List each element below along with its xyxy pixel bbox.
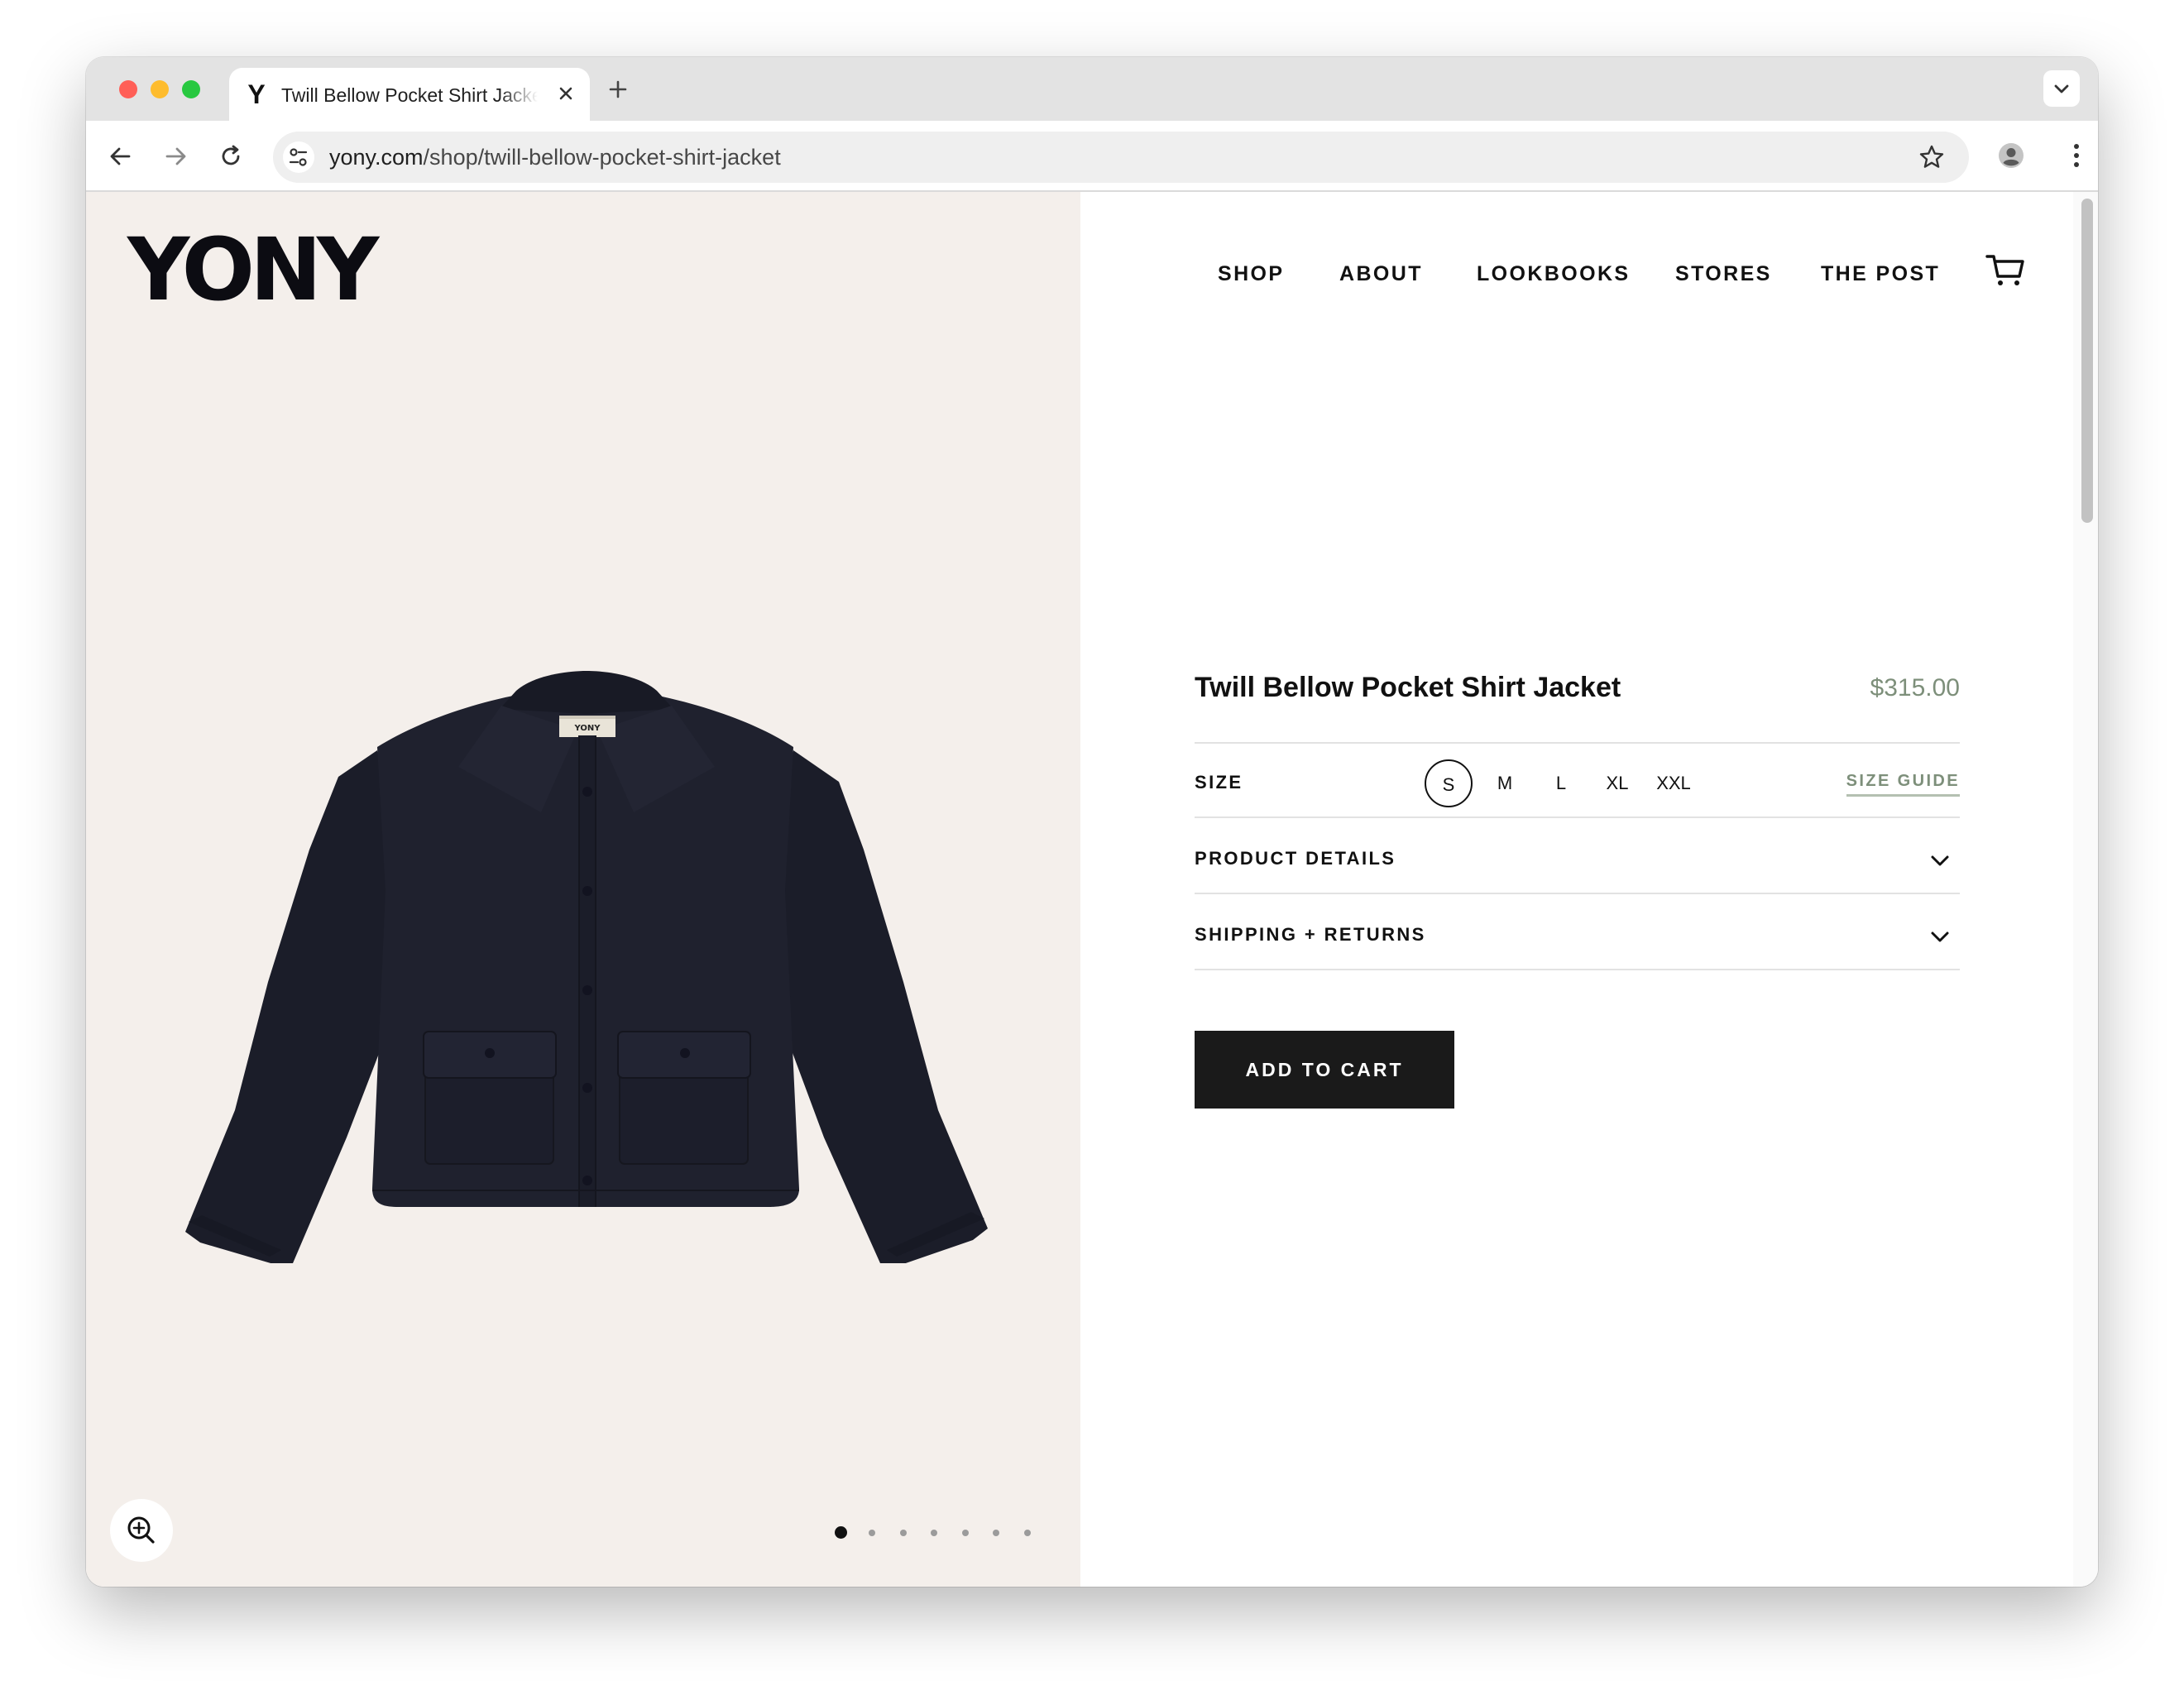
url-domain: yony.com — [329, 145, 424, 170]
close-window-button[interactable] — [119, 80, 137, 98]
gallery-dot[interactable] — [835, 1526, 847, 1539]
divider — [1195, 742, 1960, 744]
gallery-dot[interactable] — [931, 1530, 937, 1536]
reload-icon[interactable] — [213, 138, 249, 175]
size-option-xxl[interactable]: XXL — [1650, 759, 1698, 807]
divider — [1195, 893, 1960, 894]
gallery-dot[interactable] — [899, 1530, 907, 1536]
gallery-dot[interactable] — [961, 1530, 969, 1536]
minimize-window-button[interactable] — [151, 80, 169, 98]
chevron-down-icon — [2054, 84, 2069, 93]
site-favicon-icon: Y — [247, 79, 266, 109]
product-price: $315.00 — [1870, 674, 1960, 702]
size-option-xl[interactable]: XL — [1593, 759, 1641, 807]
tune-icon — [289, 148, 308, 166]
back-arrow-icon[interactable] — [103, 138, 139, 175]
bookmark-star-icon[interactable] — [1918, 143, 1946, 171]
browser-tab-active[interactable]: Y Twill Bellow Pocket Shirt Jacket — [229, 68, 590, 121]
scrollbar-thumb[interactable] — [2081, 199, 2093, 523]
url-path: /shop/twill-bellow-pocket-shirt-jacket — [423, 145, 781, 170]
nav-about[interactable]: ABOUT — [1339, 262, 1423, 286]
more-vert-icon[interactable] — [2058, 137, 2095, 174]
cart-icon[interactable] — [1985, 251, 2026, 288]
product-page: YONY YONY SHOP ABOUT LOOKBOOKS STORES TH… — [86, 192, 2098, 1587]
new-tab-icon[interactable] — [606, 77, 630, 102]
tab-search-button[interactable] — [2043, 70, 2080, 107]
size-option-s[interactable]: S — [1425, 759, 1473, 807]
profile-avatar-icon[interactable] — [1993, 137, 2029, 174]
divider — [1195, 969, 1960, 970]
site-settings-button[interactable] — [283, 141, 314, 173]
add-to-cart-button[interactable]: ADD TO CART — [1195, 1031, 1454, 1109]
url-text[interactable]: yony.com/shop/twill-bellow-pocket-shirt-… — [329, 145, 781, 170]
nav-shop[interactable]: SHOP — [1218, 262, 1284, 286]
product-gallery[interactable]: YONY YONY — [86, 192, 1080, 1587]
tab-bar: Y Twill Bellow Pocket Shirt Jacket — [86, 57, 2098, 121]
size-label: SIZE — [1195, 772, 1243, 793]
browser-window: Y Twill Bellow Pocket Shirt Jacket yony.… — [86, 57, 2098, 1587]
gallery-dot[interactable] — [1023, 1530, 1031, 1536]
gallery-dot[interactable] — [869, 1530, 875, 1536]
shipping-returns-label[interactable]: SHIPPING + RETURNS — [1195, 924, 1426, 946]
size-option-m[interactable]: M — [1481, 759, 1529, 807]
tab-title: Twill Bellow Pocket Shirt Jacket — [281, 84, 538, 106]
gallery-pagination — [835, 1525, 1050, 1542]
divider — [1195, 816, 1960, 818]
address-bar[interactable]: yony.com/shop/twill-bellow-pocket-shirt-… — [273, 132, 1969, 183]
product-image-jacket: YONY — [185, 671, 988, 1263]
site-logo[interactable]: YONY — [127, 227, 379, 313]
forward-arrow-icon[interactable] — [157, 138, 194, 175]
chevron-down-icon[interactable] — [1928, 852, 1952, 870]
chevron-down-icon[interactable] — [1928, 928, 1952, 946]
zoom-button[interactable] — [110, 1499, 173, 1562]
close-tab-icon[interactable] — [555, 83, 577, 104]
neck-label-text: YONY — [574, 724, 601, 733]
size-option-l[interactable]: L — [1537, 759, 1585, 807]
gallery-dot[interactable] — [993, 1530, 999, 1536]
nav-lookbooks[interactable]: LOOKBOOKS — [1477, 262, 1631, 286]
nav-the-post[interactable]: THE POST — [1821, 262, 1940, 286]
browser-toolbar: yony.com/shop/twill-bellow-pocket-shirt-… — [86, 121, 2098, 192]
size-guide-link[interactable]: SIZE GUIDE — [1846, 772, 1960, 797]
maximize-window-button[interactable] — [182, 80, 200, 98]
zoom-in-icon — [127, 1516, 155, 1544]
nav-stores[interactable]: STORES — [1675, 262, 1772, 286]
product-title: Twill Bellow Pocket Shirt Jacket — [1195, 672, 1621, 703]
product-details-label[interactable]: PRODUCT DETAILS — [1195, 848, 1396, 869]
